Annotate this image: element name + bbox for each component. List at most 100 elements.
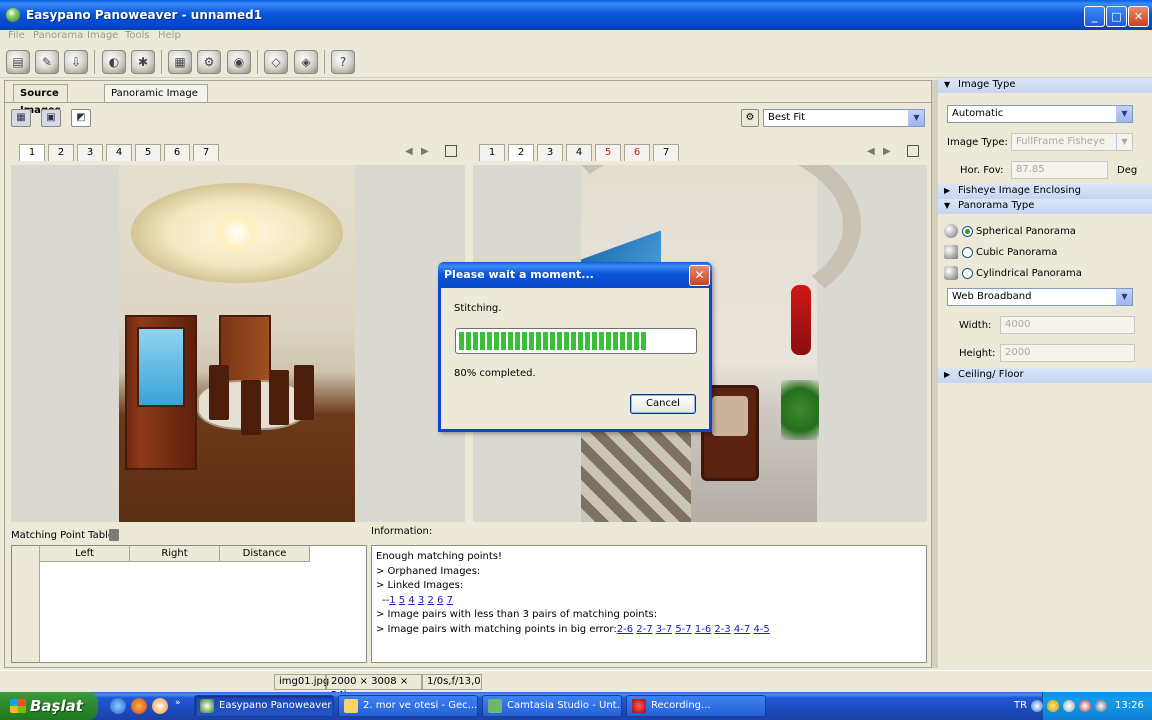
prev-image-icon[interactable]: ◀ [405, 146, 413, 157]
network-icon[interactable] [1063, 700, 1075, 712]
linked-image-link[interactable]: 1 [389, 595, 395, 606]
menu-file[interactable]: File [8, 30, 25, 41]
error-pair-link[interactable]: 3-7 [656, 624, 672, 635]
media-player-icon[interactable] [152, 698, 168, 714]
maximize-button[interactable]: □ [1106, 6, 1127, 27]
linked-image-link[interactable]: 4 [408, 595, 414, 606]
zoom-fit-select[interactable]: Best Fit ▼ [763, 109, 925, 127]
left-tab-4[interactable]: 4 [106, 144, 132, 161]
left-tab-3[interactable]: 3 [77, 144, 103, 161]
security-icon[interactable] [1079, 700, 1091, 712]
image-mode-select[interactable]: Automatic ▼ [947, 105, 1133, 123]
maximize-view-icon[interactable] [907, 145, 919, 157]
cancel-button[interactable]: Cancel [630, 394, 696, 414]
task-camtasia[interactable]: Camtasia Studio - Unt... [482, 695, 622, 717]
thumbnails-icon[interactable]: ▦ [11, 109, 31, 127]
dialog-close-button[interactable]: ✕ [689, 265, 710, 286]
stitch-icon[interactable]: ▦ [168, 50, 192, 74]
help-icon[interactable]: ? [331, 50, 355, 74]
close-button[interactable]: ✕ [1128, 6, 1149, 27]
column-right[interactable]: Right [130, 546, 220, 562]
ceiling-floor-section[interactable]: ▶ Ceiling/ Floor [938, 368, 1152, 383]
left-tab-5[interactable]: 5 [135, 144, 161, 161]
linked-image-link[interactable]: 5 [399, 595, 405, 606]
matching-point-table[interactable]: Left Right Distance [11, 545, 367, 663]
left-tab-7[interactable]: 7 [193, 144, 219, 161]
clock[interactable]: 13:26 [1115, 700, 1144, 711]
right-tab-6[interactable]: 6 [624, 144, 650, 161]
task-panoweaver[interactable]: Easypano Panoweaver [194, 695, 334, 717]
spherical-label[interactable]: Spherical Panorama [976, 226, 1076, 237]
task-browser[interactable]: 2. mor ve otesi - Gec... [338, 695, 478, 717]
language-indicator[interactable]: TR [1014, 700, 1027, 711]
task-recording[interactable]: Recording... [626, 695, 766, 717]
panorama-type-section[interactable]: ▼ Panorama Type [938, 199, 1152, 214]
image-type-select[interactable]: FullFrame Fisheye ▼ [1011, 133, 1133, 151]
new-icon[interactable]: ▤ [6, 50, 30, 74]
menu-panorama[interactable]: Panorama [33, 30, 83, 41]
save-icon[interactable]: ⇩ [64, 50, 88, 74]
maximize-view-icon[interactable] [445, 145, 457, 157]
compare-pair-icon[interactable]: ◩ [71, 109, 91, 127]
menu-help[interactable]: Help [158, 30, 181, 41]
fit-icon[interactable]: ⚙ [741, 109, 759, 127]
linked-image-link[interactable]: 3 [418, 595, 424, 606]
export-icon[interactable]: ◈ [294, 50, 318, 74]
right-tab-4[interactable]: 4 [566, 144, 592, 161]
spherical-radio[interactable] [962, 226, 973, 237]
error-pair-link[interactable]: 2-6 [617, 624, 633, 635]
publish-icon[interactable]: ◇ [264, 50, 288, 74]
left-image-viewer[interactable] [11, 165, 465, 522]
right-tab-5[interactable]: 5 [595, 144, 621, 161]
linked-image-link[interactable]: 7 [447, 595, 453, 606]
linked-image-link[interactable]: 6 [437, 595, 443, 606]
cylindrical-radio[interactable] [962, 268, 973, 279]
start-button[interactable]: Başlat [0, 692, 98, 720]
shield-icon[interactable] [1047, 700, 1059, 712]
column-left[interactable]: Left [40, 546, 130, 562]
settings-icon[interactable]: ✱ [131, 50, 155, 74]
match-icon[interactable]: ⚙ [197, 50, 221, 74]
error-pair-link[interactable]: 1-6 [695, 624, 711, 635]
output-preset-select[interactable]: Web Broadband ▼ [947, 288, 1133, 306]
cylindrical-label[interactable]: Cylindrical Panorama [976, 268, 1082, 279]
menu-image[interactable]: Image [87, 30, 118, 41]
next-image-icon[interactable]: ▶ [883, 146, 891, 157]
tab-source-images[interactable]: Source Images [13, 84, 68, 116]
hfov-input[interactable]: 87.85 [1011, 161, 1108, 179]
menu-tools[interactable]: Tools [125, 30, 150, 41]
cubic-radio[interactable] [962, 247, 973, 258]
error-pair-link[interactable]: 4-7 [734, 624, 750, 635]
height-input[interactable]: 2000 [1000, 344, 1135, 362]
fisheye-section[interactable]: ▶ Fisheye Image Enclosing [938, 184, 1152, 199]
preview-icon[interactable]: ◉ [227, 50, 251, 74]
error-pair-link[interactable]: 5-7 [675, 624, 691, 635]
error-pair-link[interactable]: 2-3 [714, 624, 730, 635]
right-tab-2[interactable]: 2 [508, 144, 534, 161]
width-input[interactable]: 4000 [1000, 316, 1135, 334]
error-pair-link[interactable]: 2-7 [636, 624, 652, 635]
right-tab-1[interactable]: 1 [479, 144, 505, 161]
volume-icon[interactable] [1095, 700, 1107, 712]
left-tab-6[interactable]: 6 [164, 144, 190, 161]
prev-image-icon[interactable]: ◀ [867, 146, 875, 157]
trash-icon[interactable] [109, 529, 119, 541]
quicklaunch-more-icon[interactable]: » [175, 698, 181, 708]
column-distance[interactable]: Distance [220, 546, 310, 562]
tab-panoramic-image[interactable]: Panoramic Image [104, 84, 208, 102]
tray-back-icon[interactable] [1031, 700, 1043, 712]
single-image-icon[interactable]: ▣ [41, 109, 61, 127]
next-image-icon[interactable]: ▶ [421, 146, 429, 157]
open-icon[interactable]: ✎ [35, 50, 59, 74]
right-tab-7[interactable]: 7 [653, 144, 679, 161]
cubic-label[interactable]: Cubic Panorama [976, 247, 1057, 258]
firefox-icon[interactable] [131, 698, 147, 714]
globe-icon[interactable]: ◐ [102, 50, 126, 74]
right-tab-3[interactable]: 3 [537, 144, 563, 161]
minimize-button[interactable]: _ [1084, 6, 1105, 27]
linked-image-link[interactable]: 2 [427, 595, 433, 606]
image-type-section[interactable]: ▼ Image Type [938, 78, 1152, 93]
left-tab-1[interactable]: 1 [19, 144, 45, 161]
ie-icon[interactable] [110, 698, 126, 714]
left-tab-2[interactable]: 2 [48, 144, 74, 161]
